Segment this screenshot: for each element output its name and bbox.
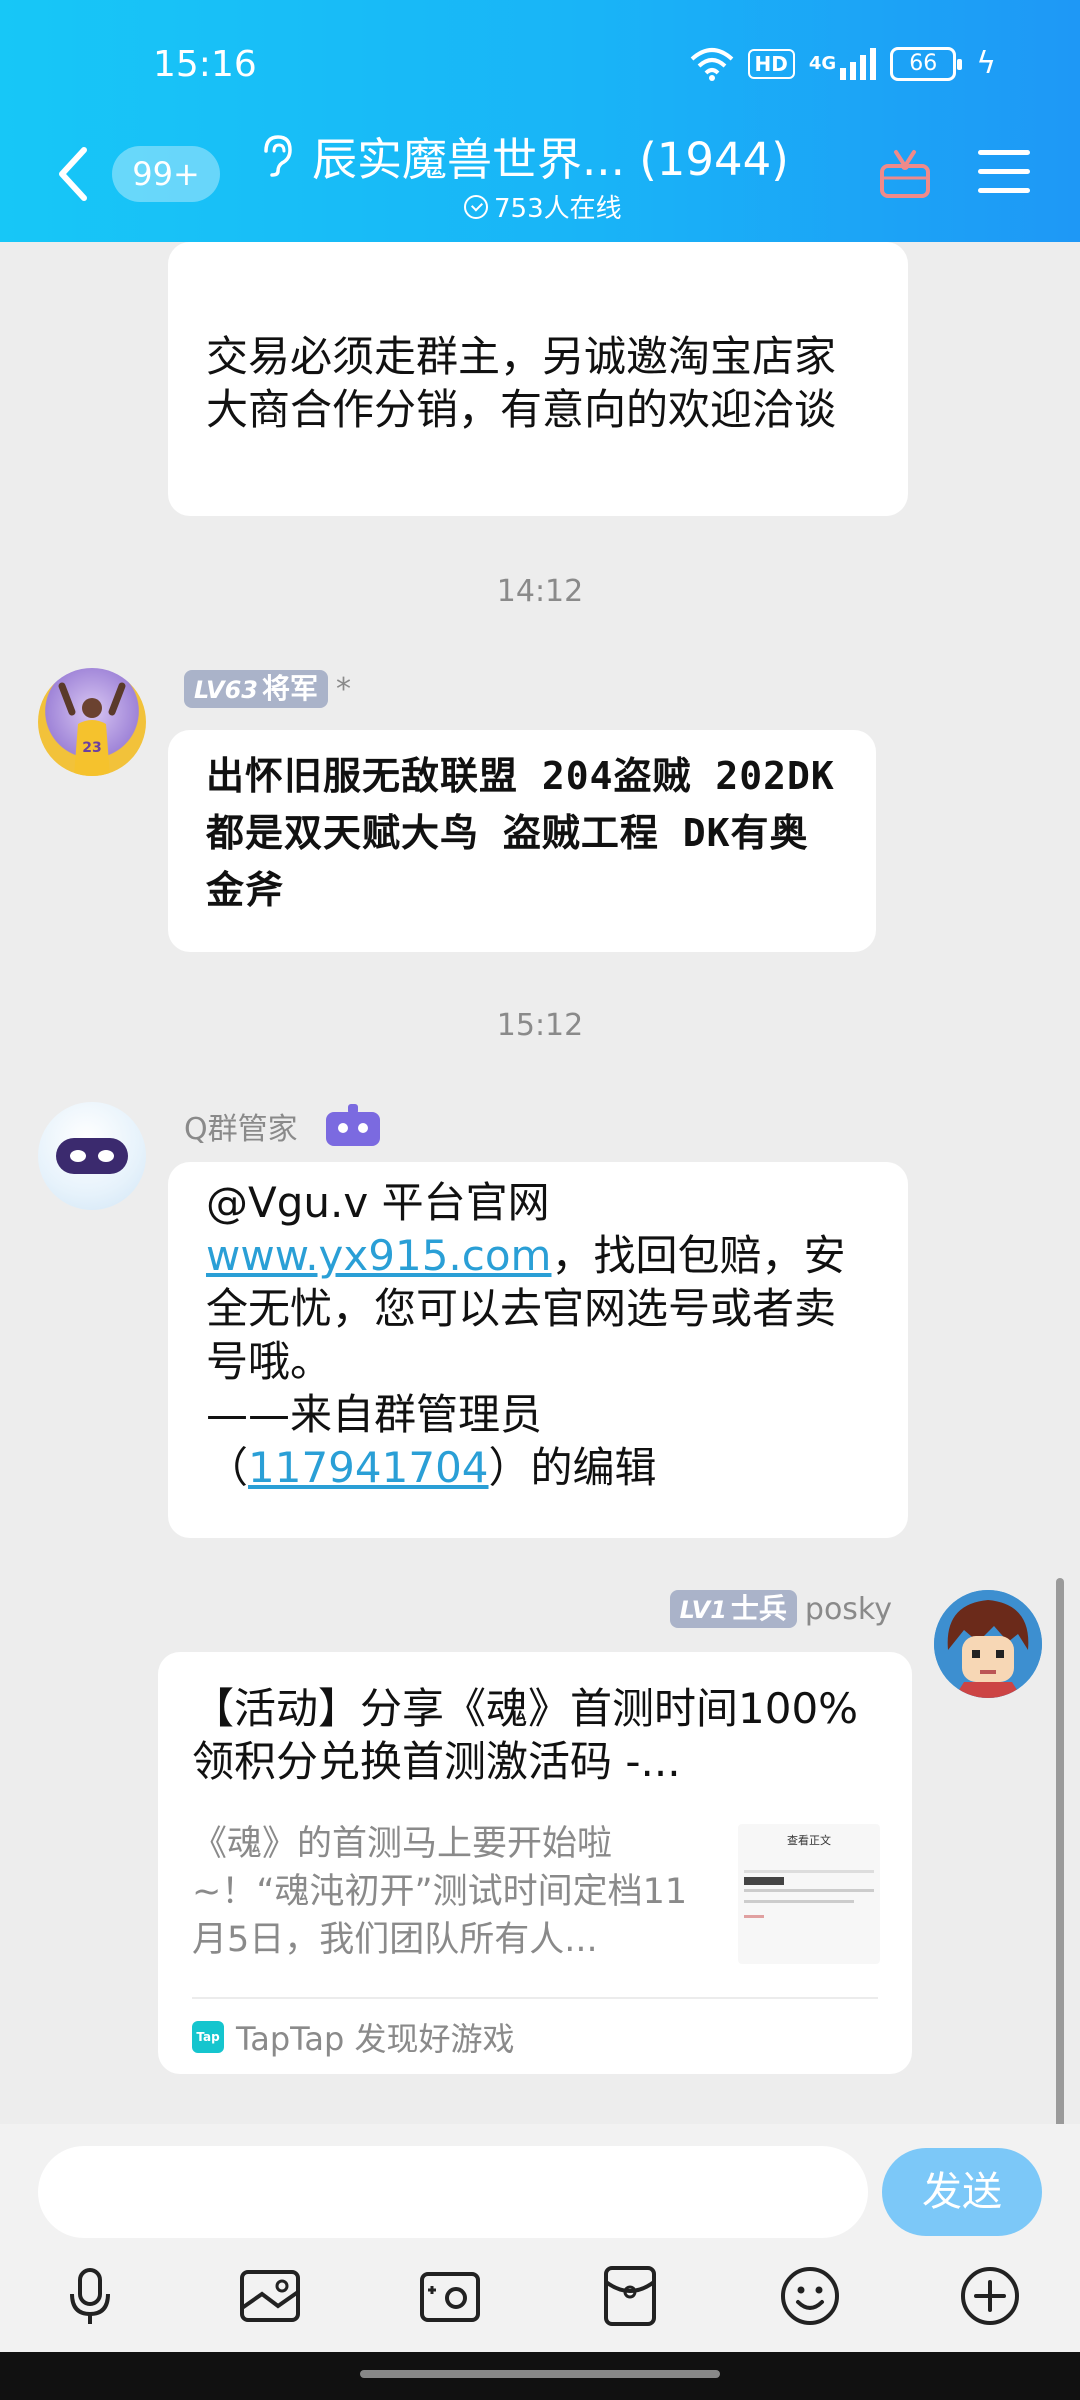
level-badge: LV63 将军 bbox=[184, 670, 328, 708]
group-title-area[interactable]: 辰实魔兽世界... (1944) 753人在线 bbox=[256, 126, 796, 226]
signal-icon bbox=[840, 47, 877, 80]
online-count: 753人在线 bbox=[464, 188, 622, 225]
microphone-icon[interactable] bbox=[58, 2264, 122, 2328]
timestamp: 14:12 bbox=[496, 574, 584, 609]
online-count-label: 753人在线 bbox=[494, 194, 622, 224]
red-packet-icon[interactable] bbox=[598, 2264, 662, 2328]
chat-screen: 15:16 HD 4G 66 ϟ 99+ 辰实魔兽世界... (1944) 75… bbox=[0, 0, 1080, 2400]
timestamp: 15:12 bbox=[496, 1008, 584, 1043]
svg-text:23: 23 bbox=[82, 740, 101, 756]
system-navigation-bar bbox=[0, 2352, 1080, 2400]
send-button[interactable]: 发送 bbox=[882, 2148, 1042, 2236]
battery-indicator: 66 bbox=[890, 46, 963, 81]
sender-name: posky bbox=[804, 1591, 892, 1627]
message-list[interactable]: 交易必须走群主，另诚邀淘宝店家大商合作分销，有意向的欢迎洽谈 14:12 23 … bbox=[0, 242, 1080, 2124]
camera-icon[interactable] bbox=[418, 2264, 482, 2328]
charging-icon: ϟ bbox=[976, 46, 996, 81]
message-text: @Vgu.v 平台官网 bbox=[206, 1178, 550, 1227]
chat-header: 15:16 HD 4G 66 ϟ 99+ 辰实魔兽世界... (1944) 75… bbox=[0, 0, 1080, 242]
avatar[interactable] bbox=[38, 1102, 146, 1210]
sender-info: LV63 将军 * bbox=[184, 670, 351, 708]
avatar[interactable] bbox=[934, 1590, 1042, 1698]
group-title: 辰实魔兽世界... (1944) bbox=[312, 132, 789, 186]
wifi-icon bbox=[690, 47, 733, 81]
share-card[interactable]: 【活动】分享《魂》首测时间100%领积分兑换首测激活码 -... 《魂》的首测马… bbox=[158, 1652, 912, 2074]
message-text: ）的编辑 bbox=[488, 1443, 657, 1492]
check-circle-icon bbox=[464, 194, 488, 219]
taptap-icon: Tap bbox=[192, 2021, 224, 2053]
admin-id-link[interactable]: 117941704 bbox=[248, 1443, 489, 1492]
message-bubble: @Vgu.v 平台官网 www.yx915.com，找回包赔，安全无忧，您可以去… bbox=[168, 1162, 908, 1538]
home-indicator[interactable] bbox=[360, 2370, 720, 2378]
status-time: 15:16 bbox=[153, 44, 257, 85]
back-arrow-icon[interactable] bbox=[54, 146, 92, 202]
sender-name: Q群管家 bbox=[184, 1112, 298, 1147]
sender-info: LV1 士兵 posky bbox=[669, 1590, 892, 1628]
sender-name: * bbox=[335, 671, 351, 707]
message-text: 出怀旧服无敌联盟 204盗贼 202DK 都是双天赋大鸟 盗贼工程 DK有奥金斧 bbox=[206, 754, 835, 912]
card-source: Tap TapTap 发现好游戏 bbox=[192, 2014, 515, 2060]
message-text: ——来自群管理员 bbox=[206, 1390, 543, 1439]
message-text: （ bbox=[206, 1443, 249, 1492]
scrollbar[interactable] bbox=[1056, 1578, 1064, 2128]
message-bubble: 交易必须走群主，另诚邀淘宝店家大商合作分销，有意向的欢迎洽谈 bbox=[168, 242, 908, 516]
robot-icon bbox=[325, 1104, 380, 1146]
composer: 发送 bbox=[0, 2124, 1080, 2352]
avatar[interactable]: 23 bbox=[38, 668, 146, 776]
status-icons: HD 4G 66 ϟ bbox=[690, 46, 996, 81]
card-title: 【活动】分享《魂》首测时间100%领积分兑换首测激活码 -... bbox=[192, 1684, 859, 1786]
card-thumbnail: 查看正文 bbox=[738, 1824, 880, 1964]
message-text: 交易必须走群主，另诚邀淘宝店家大商合作分销，有意向的欢迎洽谈 bbox=[206, 332, 837, 434]
card-source-label: TapTap 发现好游戏 bbox=[236, 2020, 515, 2058]
level-badge: LV1 士兵 bbox=[669, 1590, 797, 1628]
hd-badge: HD bbox=[747, 48, 795, 79]
website-link[interactable]: www.yx915.com bbox=[206, 1231, 551, 1280]
sender-info: Q群管家 bbox=[184, 1104, 382, 1148]
message-input[interactable] bbox=[38, 2146, 868, 2238]
thumbnail-heading: 查看正文 bbox=[787, 1834, 831, 1847]
image-icon[interactable] bbox=[238, 2264, 302, 2328]
menu-icon[interactable] bbox=[978, 150, 1030, 194]
card-description: 《魂》的首测马上要开始啦~！“魂沌初开”测试时间定档11月5日，我们团队所有人.… bbox=[192, 1824, 688, 1960]
message-bubble: 出怀旧服无敌联盟 204盗贼 202DK 都是双天赋大鸟 盗贼工程 DK有奥金斧 bbox=[168, 730, 876, 952]
divider bbox=[192, 1997, 878, 1999]
player-avatar-image: 23 bbox=[58, 682, 126, 776]
emoji-icon[interactable] bbox=[778, 2264, 842, 2328]
unread-count-badge[interactable]: 99+ bbox=[112, 146, 220, 202]
pixel-avatar-image bbox=[934, 1590, 1042, 1698]
ear-icon bbox=[264, 135, 292, 177]
robot-avatar-image bbox=[56, 1138, 128, 1174]
plus-icon[interactable] bbox=[958, 2264, 1022, 2328]
gift-icon[interactable] bbox=[878, 146, 932, 200]
network-type: 4G bbox=[808, 53, 837, 74]
